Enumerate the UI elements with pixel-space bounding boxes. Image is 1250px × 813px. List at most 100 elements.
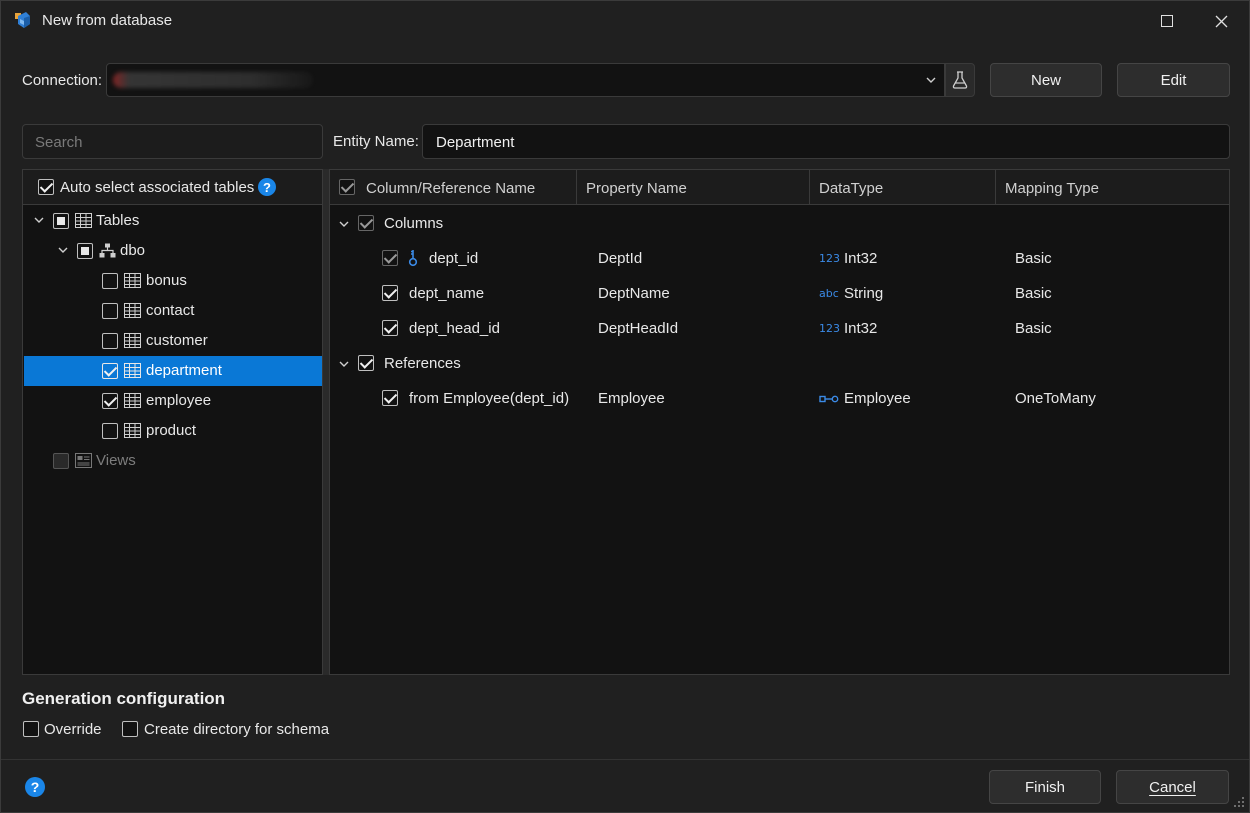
footer-divider [1, 759, 1249, 760]
create-directory-checkbox[interactable] [122, 721, 138, 737]
column-header-property[interactable]: Property Name [586, 180, 687, 197]
search-input[interactable]: Search [22, 124, 323, 159]
table-icon [124, 423, 141, 438]
tables-checkbox[interactable] [53, 213, 69, 229]
table-checkbox[interactable] [102, 393, 118, 409]
tree-node-table-selected[interactable]: department [24, 356, 322, 386]
select-all-checkbox[interactable] [339, 179, 355, 195]
edit-connection-button[interactable]: Edit [1117, 63, 1230, 97]
table-row[interactable]: dept_head_id DeptHeadId 123 Int32 Basic [330, 311, 1229, 346]
chevron-down-icon[interactable] [33, 214, 45, 226]
group-row-references[interactable]: References [330, 346, 1229, 381]
column-name: dept_id [429, 250, 479, 267]
chevron-down-icon[interactable] [338, 218, 350, 230]
column-separator[interactable] [809, 170, 810, 205]
string-type-icon: abc [819, 287, 839, 300]
finish-button[interactable]: Finish [989, 770, 1101, 804]
column-separator[interactable] [576, 170, 577, 205]
title-bar[interactable]: New from database [1, 1, 1249, 41]
mapping-type[interactable]: Basic [1015, 250, 1052, 267]
column-name: dept_name [409, 285, 485, 302]
data-type[interactable]: String [844, 285, 883, 302]
table-row[interactable]: from Employee(dept_id) Employee Employee… [330, 381, 1229, 416]
mapping-type[interactable]: Basic [1015, 320, 1052, 337]
tree-node-schema-dbo[interactable]: dbo [24, 236, 322, 266]
tree-node-table[interactable]: bonus [24, 266, 322, 296]
table-row[interactable]: dept_id DeptId 123 Int32 Basic [330, 241, 1229, 276]
table-icon [124, 363, 141, 378]
column-header-name[interactable]: Column/Reference Name [366, 180, 535, 197]
column-separator[interactable] [995, 170, 996, 205]
group-checkbox[interactable] [358, 355, 374, 371]
data-type[interactable]: Int32 [844, 250, 877, 267]
tree-node-label: Tables [96, 212, 140, 229]
table-icon [124, 303, 141, 318]
property-name[interactable]: DeptId [598, 250, 642, 267]
column-header-datatype[interactable]: DataType [819, 180, 883, 197]
tree-node-table[interactable]: contact [24, 296, 322, 326]
tree-node-label: department [146, 362, 222, 379]
tree-node-label: product [146, 422, 197, 439]
link-icon [819, 395, 839, 403]
data-type[interactable]: Employee [844, 390, 911, 407]
chevron-down-icon[interactable] [338, 358, 350, 370]
table-icon [124, 393, 141, 408]
close-button[interactable] [1204, 7, 1238, 35]
help-icon[interactable]: ? [25, 777, 45, 797]
table-icon [124, 273, 141, 288]
table-row[interactable]: dept_name DeptName abc String Basic [330, 276, 1229, 311]
test-connection-button[interactable] [945, 63, 975, 97]
entity-name-input[interactable]: Department [422, 124, 1230, 159]
tree-node-views: Views [24, 446, 322, 476]
resize-grip-icon[interactable] [1233, 796, 1245, 808]
tree-node-table[interactable]: product [24, 416, 322, 446]
column-header-mapping[interactable]: Mapping Type [1005, 180, 1099, 197]
app-icon [15, 12, 30, 28]
table-checkbox[interactable] [102, 303, 118, 319]
maximize-icon [1161, 15, 1173, 27]
connection-select[interactable] [106, 63, 945, 97]
connection-value-redacted [113, 72, 313, 88]
tree-node-label: customer [146, 332, 208, 349]
window-title: New from database [42, 12, 173, 29]
tree-node-tables[interactable]: Tables [24, 206, 322, 236]
property-name[interactable]: DeptHeadId [598, 320, 678, 337]
maximize-button[interactable] [1150, 7, 1184, 35]
flask-icon [952, 71, 968, 89]
mapping-type[interactable]: Basic [1015, 285, 1052, 302]
row-checkbox[interactable] [382, 390, 398, 406]
key-icon [408, 250, 418, 267]
table-checkbox[interactable] [102, 333, 118, 349]
mapping-grid: Column/Reference Name Property Name Data… [329, 169, 1230, 675]
group-checkbox[interactable] [358, 215, 374, 231]
cancel-button[interactable]: Cancel [1116, 770, 1229, 804]
integer-type-icon: 123 [819, 252, 840, 265]
group-label: Columns [384, 215, 444, 232]
row-checkbox [382, 250, 398, 266]
tree-node-table[interactable]: employee [24, 386, 322, 416]
row-checkbox[interactable] [382, 285, 398, 301]
help-icon[interactable]: ? [258, 178, 276, 196]
auto-select-checkbox[interactable] [38, 179, 54, 195]
integer-type-icon: 123 [819, 322, 840, 335]
property-name[interactable]: DeptName [598, 285, 670, 302]
grid-header: Column/Reference Name Property Name Data… [330, 170, 1229, 205]
table-checkbox[interactable] [102, 273, 118, 289]
close-icon [1215, 15, 1227, 27]
auto-select-row: Auto select associated tables ? [23, 170, 322, 205]
property-name[interactable]: Employee [598, 390, 665, 407]
chevron-down-icon[interactable] [57, 244, 69, 256]
mapping-type[interactable]: OneToMany [1015, 390, 1096, 407]
override-checkbox[interactable] [23, 721, 39, 737]
new-connection-button[interactable]: New [990, 63, 1102, 97]
schema-checkbox[interactable] [77, 243, 93, 259]
table-checkbox[interactable] [102, 423, 118, 439]
view-icon [75, 453, 92, 468]
row-checkbox[interactable] [382, 320, 398, 336]
data-type[interactable]: Int32 [844, 320, 877, 337]
table-checkbox[interactable] [102, 363, 118, 379]
tree-node-table[interactable]: customer [24, 326, 322, 356]
group-label: References [384, 355, 461, 372]
override-label: Override [44, 721, 102, 738]
group-row-columns[interactable]: Columns [330, 206, 1229, 241]
